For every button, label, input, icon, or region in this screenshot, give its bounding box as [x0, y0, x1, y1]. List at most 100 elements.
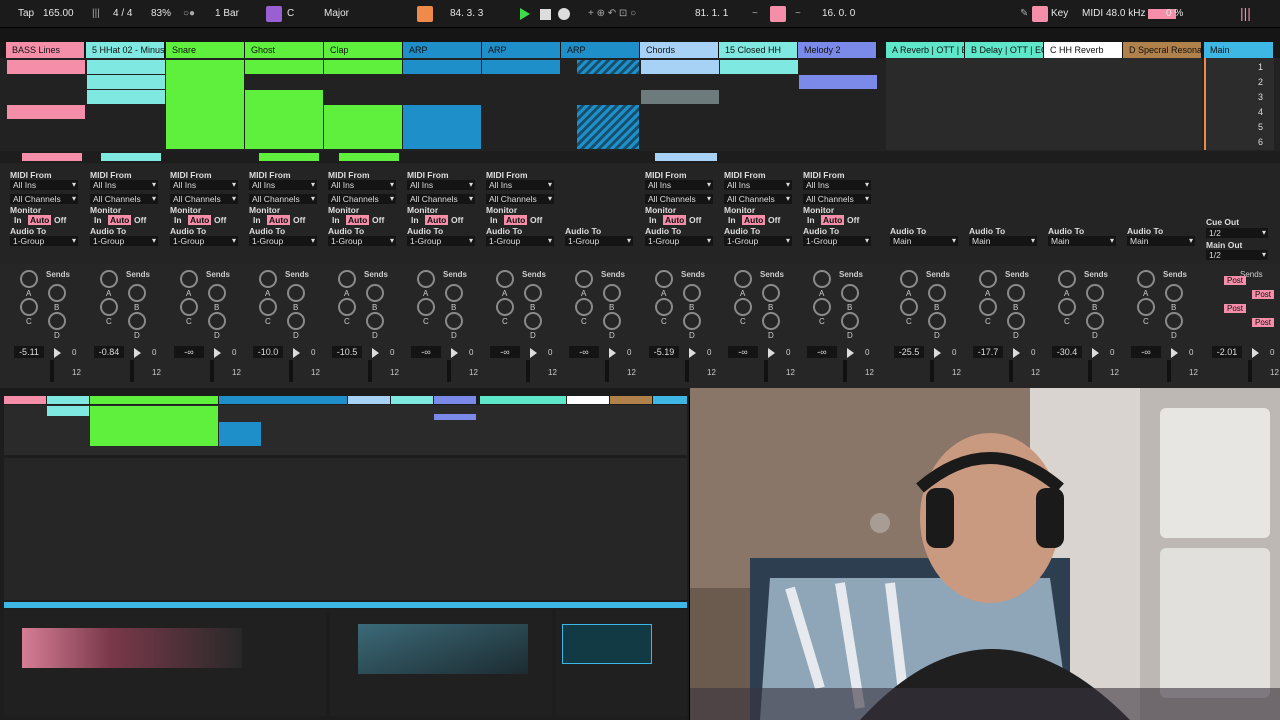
- monitor-auto-button[interactable]: Auto: [346, 215, 370, 225]
- monitor-auto-button[interactable]: Auto: [108, 215, 132, 225]
- fader-handle-icon[interactable]: [54, 348, 61, 358]
- punch-out-icon[interactable]: ~: [795, 8, 801, 19]
- key-map-label[interactable]: Key: [1051, 8, 1068, 19]
- audio-to-select[interactable]: Main: [1048, 236, 1116, 246]
- clip-slot[interactable]: [324, 60, 402, 74]
- send-knob-d[interactable]: [1007, 312, 1025, 330]
- clip-slot[interactable]: [641, 60, 719, 74]
- scene-1[interactable]: 1: [1258, 62, 1263, 72]
- midi-from-select[interactable]: All Ins: [724, 180, 792, 190]
- midi-channel-select[interactable]: All Channels: [724, 194, 792, 204]
- play-icon[interactable]: [520, 8, 530, 20]
- tempo-field[interactable]: 165.00: [43, 8, 74, 19]
- monitor-off-button[interactable]: Off: [54, 215, 66, 225]
- track-header-snare[interactable]: Snare: [166, 42, 245, 58]
- audio-to-select[interactable]: 1-Group: [407, 236, 475, 246]
- midi-from-select[interactable]: All Ins: [328, 180, 396, 190]
- track-header-melody[interactable]: Melody 2: [798, 42, 877, 58]
- volume-fader[interactable]: [930, 360, 934, 382]
- send-knob-b[interactable]: [287, 284, 305, 302]
- send-knob-b[interactable]: [683, 284, 701, 302]
- return-header-b[interactable]: B Delay | OTT | EQ: [965, 42, 1044, 58]
- monitor-in-button[interactable]: In: [14, 215, 22, 225]
- send-knob-b[interactable]: [1086, 284, 1104, 302]
- send-knob-a[interactable]: [979, 270, 997, 288]
- audio-to-select[interactable]: 1-Group: [249, 236, 317, 246]
- tap-button[interactable]: Tap: [18, 8, 34, 19]
- volume-field[interactable]: -30.4: [1052, 346, 1082, 358]
- monitor-off-button[interactable]: Off: [214, 215, 226, 225]
- audio-to-select[interactable]: Main: [969, 236, 1037, 246]
- midi-channel-select[interactable]: All Channels: [486, 194, 554, 204]
- volume-fader[interactable]: [1167, 360, 1171, 382]
- midi-channel-select[interactable]: All Channels: [90, 194, 158, 204]
- audio-to-select[interactable]: 1-Group: [328, 236, 396, 246]
- midi-channel-select[interactable]: All Channels: [803, 194, 871, 204]
- send-knob-a[interactable]: [575, 270, 593, 288]
- draw-mode-icon[interactable]: ✎: [1020, 8, 1028, 19]
- send-knob-d[interactable]: [928, 312, 946, 330]
- send-post-button[interactable]: Post: [1224, 304, 1247, 313]
- scene-2[interactable]: 2: [1258, 77, 1263, 87]
- monitor-auto-button[interactable]: Auto: [267, 215, 291, 225]
- send-knob-c[interactable]: [100, 298, 118, 316]
- midi-channel-select[interactable]: All Channels: [328, 194, 396, 204]
- send-knob-d[interactable]: [1086, 312, 1104, 330]
- clip-slot[interactable]: [7, 60, 85, 74]
- arrangement-record-icon[interactable]: [417, 6, 433, 22]
- clip-slot[interactable]: [403, 60, 481, 74]
- clip-slot[interactable]: [245, 90, 323, 149]
- volume-fader[interactable]: [447, 360, 451, 382]
- clip-slot[interactable]: [87, 90, 165, 104]
- volume-fader[interactable]: [50, 360, 54, 382]
- midi-map-label[interactable]: MIDI: [1082, 8, 1103, 19]
- send-knob-d[interactable]: [128, 312, 146, 330]
- send-knob-b[interactable]: [445, 284, 463, 302]
- clip-slot[interactable]: [7, 105, 85, 119]
- send-knob-c[interactable]: [655, 298, 673, 316]
- clip-slot[interactable]: [87, 60, 165, 74]
- send-knob-a[interactable]: [20, 270, 38, 288]
- fader-handle-icon[interactable]: [1252, 348, 1259, 358]
- monitor-in-button[interactable]: In: [490, 215, 498, 225]
- fader-handle-icon[interactable]: [530, 348, 537, 358]
- send-post-button[interactable]: Post: [1224, 276, 1247, 285]
- send-knob-b[interactable]: [208, 284, 226, 302]
- return-header-d[interactable]: D Specral Resona: [1123, 42, 1202, 58]
- clip-slot[interactable]: [245, 60, 323, 74]
- fader-handle-icon[interactable]: [934, 348, 941, 358]
- fader-handle-icon[interactable]: [768, 348, 775, 358]
- send-knob-d[interactable]: [445, 312, 463, 330]
- stop-icon[interactable]: [540, 9, 551, 20]
- send-knob-d[interactable]: [287, 312, 305, 330]
- midi-from-select[interactable]: All Ins: [249, 180, 317, 190]
- scene-6[interactable]: 6: [1258, 137, 1263, 147]
- clip-slot[interactable]: [482, 60, 560, 74]
- key-select[interactable]: C: [287, 8, 294, 19]
- loop-start-field[interactable]: 81. 1. 1: [695, 8, 728, 19]
- send-knob-a[interactable]: [813, 270, 831, 288]
- midi-from-select[interactable]: All Ins: [407, 180, 475, 190]
- monitor-in-button[interactable]: In: [411, 215, 419, 225]
- volume-fader[interactable]: [764, 360, 768, 382]
- audio-to-select[interactable]: 1-Group: [724, 236, 792, 246]
- send-knob-d[interactable]: [48, 312, 66, 330]
- send-knob-a[interactable]: [100, 270, 118, 288]
- audio-to-select[interactable]: 1-Group: [803, 236, 871, 246]
- send-knob-c[interactable]: [1137, 298, 1155, 316]
- volume-fader[interactable]: [289, 360, 293, 382]
- monitor-auto-button[interactable]: Auto: [504, 215, 528, 225]
- clip-slot[interactable]: [577, 60, 639, 74]
- scene-3[interactable]: 3: [1258, 92, 1263, 102]
- quantize-select[interactable]: 1 Bar: [215, 8, 239, 19]
- monitor-auto-button[interactable]: Auto: [425, 215, 449, 225]
- scale-mode-icon[interactable]: [266, 6, 282, 22]
- send-knob-d[interactable]: [603, 312, 621, 330]
- volume-fader[interactable]: [843, 360, 847, 382]
- midi-from-select[interactable]: All Ins: [170, 180, 238, 190]
- monitor-auto-button[interactable]: Auto: [28, 215, 52, 225]
- fader-handle-icon[interactable]: [1013, 348, 1020, 358]
- volume-field[interactable]: -5.11: [14, 346, 44, 358]
- volume-fader[interactable]: [605, 360, 609, 382]
- volume-fader[interactable]: [210, 360, 214, 382]
